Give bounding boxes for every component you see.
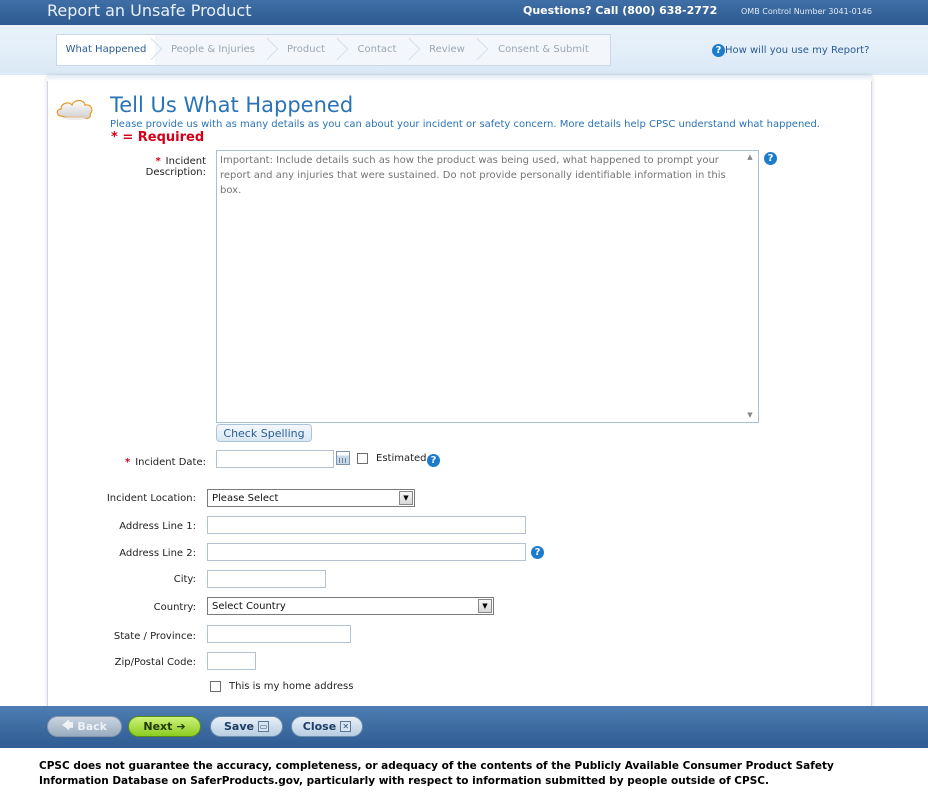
next-button[interactable]: Next ➔ (128, 716, 201, 737)
step-label: Review (429, 44, 465, 55)
home-address-label: This is my home address (229, 681, 354, 692)
save-label: Save (224, 720, 254, 733)
label-text: Incident Date: (135, 457, 206, 468)
page-subtitle: Please provide us with as many details a… (110, 119, 820, 130)
next-label: Next (143, 720, 173, 733)
step-product[interactable]: Product (271, 35, 349, 65)
required-legend: * = Required (111, 130, 205, 145)
select-value: Select Country (212, 601, 286, 612)
step-people-injuries[interactable]: People & Injuries (155, 35, 279, 65)
close-icon: ✕ (340, 721, 352, 732)
calendar-icon[interactable] (336, 451, 350, 465)
address-line-2-input[interactable] (207, 543, 526, 561)
dropdown-arrow-icon: ▼ (478, 599, 492, 613)
zip-postal-code-label: Zip/Postal Code: (114, 657, 196, 668)
address-line-1-label: Address Line 1: (119, 521, 196, 532)
phone-number: Questions? Call (800) 638-2772 (523, 4, 718, 17)
step-label: Consent & Submit (498, 44, 589, 55)
scroll-up-arrow-icon[interactable]: ▲ (745, 153, 755, 161)
incident-description-label: * Incident Description: (92, 156, 206, 178)
step-label: People & Injuries (170, 44, 256, 55)
disclaimer-text: CPSC does not guarantee the accuracy, co… (39, 760, 834, 787)
footer-bar: 🡄 Back Next ➔ Save ▭ Close ✕ (0, 706, 928, 748)
omb-control-number: OMB Control Number 3041-0146 (741, 7, 872, 16)
required-asterisk: * (155, 156, 161, 167)
required-asterisk: * (124, 457, 131, 468)
state-province-input[interactable] (207, 625, 351, 643)
dropdown-arrow-icon: ▼ (399, 491, 413, 505)
how-will-you-use-report-link[interactable]: ? How will you use my Report? (712, 44, 869, 57)
incident-location-select[interactable]: Please Select ▼ (207, 489, 415, 507)
step-contact[interactable]: Contact (341, 35, 421, 65)
help-icon[interactable]: ? (427, 454, 440, 467)
state-province-label: State / Province: (113, 631, 196, 642)
help-icon[interactable]: ? (764, 152, 777, 165)
incident-date-input[interactable] (216, 450, 334, 468)
country-label: Country: (153, 602, 196, 613)
panel-top-shade (47, 75, 872, 81)
save-button[interactable]: Save ▭ (210, 716, 283, 737)
close-button[interactable]: Close ✕ (291, 716, 363, 737)
help-icon: ? (712, 44, 725, 57)
step-label: Product (287, 44, 325, 55)
step-label: Contact (357, 44, 397, 55)
step-label: What Happened (65, 44, 147, 55)
address-line-1-input[interactable] (207, 516, 526, 534)
step-consent-submit[interactable]: Consent & Submit (481, 35, 606, 65)
steps-area: What Happened People & Injuries Product … (0, 25, 928, 75)
page-title: Tell Us What Happened (110, 93, 354, 117)
incident-description-textarea[interactable] (216, 150, 759, 423)
back-button[interactable]: 🡄 Back (47, 716, 122, 737)
close-label: Close (302, 720, 337, 733)
arrow-right-icon: ➔ (176, 720, 186, 733)
home-address-checkbox[interactable] (210, 681, 221, 692)
city-label: City: (173, 574, 196, 585)
zip-postal-code-input[interactable] (207, 652, 256, 670)
save-disk-icon: ▭ (257, 721, 269, 732)
estimated-checkbox[interactable] (357, 453, 368, 464)
progress-steps: What Happened People & Injuries Product … (56, 34, 611, 66)
help-icon[interactable]: ? (531, 546, 544, 559)
step-review[interactable]: Review (413, 35, 489, 65)
cloud-speech-icon (56, 99, 93, 120)
country-select[interactable]: Select Country ▼ (207, 597, 494, 615)
address-line-2-label: Address Line 2: (119, 548, 196, 559)
scroll-down-arrow-icon[interactable]: ▼ (745, 411, 755, 419)
step-what-happened[interactable]: What Happened (57, 35, 163, 65)
help-link-text: How will you use my Report? (725, 45, 870, 56)
app-title: Report an Unsafe Product (47, 1, 252, 20)
back-label: Back (77, 720, 108, 733)
incident-location-label: Incident Location: (106, 493, 196, 504)
estimated-label: Estimated (376, 453, 427, 464)
arrow-left-icon: 🡄 (61, 719, 74, 732)
header-bar: Report an Unsafe Product Questions? Call… (0, 0, 928, 25)
check-spelling-button[interactable]: Check Spelling (216, 424, 312, 442)
incident-date-label: * Incident Date: (110, 457, 206, 468)
select-value: Please Select (212, 493, 279, 504)
city-input[interactable] (207, 570, 326, 588)
